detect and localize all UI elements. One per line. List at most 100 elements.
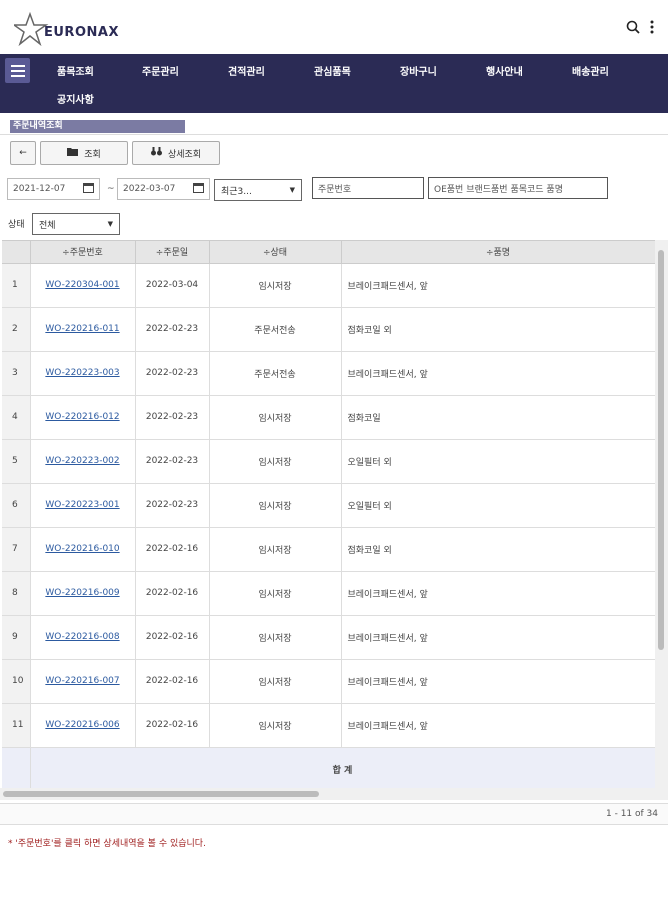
period-select-value: 최근3... — [221, 186, 252, 197]
calendar-icon[interactable] — [193, 182, 204, 196]
order-date-cell: 2022-02-16 — [135, 703, 210, 748]
status-label: 상태 — [8, 220, 25, 230]
detail-search-button[interactable]: 상세조회 — [132, 141, 220, 165]
table-row[interactable]: 6 WO-220223-001 2022-02-23 임시저장 오일필터 외 — [2, 483, 655, 528]
order-number-cell: WO-220216-011 — [30, 307, 136, 352]
vertical-scrollbar[interactable] — [655, 240, 668, 788]
order-number-link[interactable]: WO-220216-011 — [45, 324, 119, 334]
item-name-cell: 오일필터 외 — [341, 483, 655, 528]
order-number-link[interactable]: WO-220216-010 — [45, 544, 119, 554]
row-index: 11 — [2, 703, 31, 748]
order-number-cell: WO-220223-003 — [30, 351, 136, 396]
order-number-link[interactable]: WO-220216-007 — [45, 676, 119, 686]
nav-item-delivery[interactable]: 배송관리 — [572, 63, 609, 78]
nav-item-quotes[interactable]: 견적관리 — [228, 63, 265, 78]
table-row[interactable]: 4 WO-220216-012 2022-02-23 임시저장 점화코일 — [2, 395, 655, 440]
period-select[interactable]: 최근3... ▼ — [214, 179, 302, 201]
order-grid: ÷주문번호 ÷주문일 ÷상태 ÷품명 1 WO-220304-001 2022-03… — [2, 240, 655, 788]
date-range-separator: ~ — [107, 184, 115, 194]
nav-item-events[interactable]: 행사안내 — [486, 63, 523, 78]
folder-open-icon — [67, 147, 79, 159]
column-header-status[interactable]: ÷상태 — [209, 241, 342, 264]
help-note: * '주문번호'를 클릭 하면 상세내역을 볼 수 있습니다. — [8, 839, 206, 849]
table-row[interactable]: 7 WO-220216-010 2022-02-16 임시저장 점화코일 외 — [2, 527, 655, 572]
order-date-cell: 2022-02-16 — [135, 615, 210, 660]
order-date-cell: 2022-02-16 — [135, 527, 210, 572]
binoculars-icon — [150, 147, 162, 159]
scroll-thumb[interactable] — [3, 791, 319, 797]
order-number-input[interactable]: 주문번호 — [312, 177, 424, 199]
item-name-cell: 점화코일 — [341, 395, 655, 440]
search-button-label: 조회 — [84, 149, 101, 160]
item-name-cell: 브레이크패드센서, 앞 — [341, 263, 655, 308]
order-number-link[interactable]: WO-220223-001 — [45, 500, 119, 510]
order-number-cell: WO-220216-008 — [30, 615, 136, 660]
order-number-link[interactable]: WO-220216-008 — [45, 632, 119, 642]
top-bar: EURONAX — [0, 0, 668, 54]
column-header-index — [2, 241, 31, 264]
date-from-field[interactable]: 2021-12-07 — [7, 178, 100, 200]
column-header-item-name[interactable]: ÷품명 — [341, 241, 655, 264]
item-name-cell: 브레이크패드센서, 앞 — [341, 351, 655, 396]
search-button[interactable]: 조회 — [40, 141, 128, 165]
order-number-placeholder: 주문번호 — [318, 184, 352, 195]
nav-item-product-search[interactable]: 품목조회 — [57, 63, 94, 78]
column-header-order-date[interactable]: ÷주문일 — [135, 241, 210, 264]
order-number-link[interactable]: WO-220223-002 — [45, 456, 119, 466]
kebab-icon[interactable] — [650, 20, 654, 38]
back-button[interactable]: ← — [10, 141, 36, 165]
main-nav: 품목조회 주문관리 견적관리 관심품목 장바구니 행사안내 배송관리 공지사항 — [0, 54, 668, 113]
row-index: 10 — [2, 659, 31, 704]
table-row[interactable]: 1 WO-220304-001 2022-03-04 임시저장 브레이크패드센서, 앞 — [2, 263, 655, 308]
part-search-input[interactable]: OE품번 브랜드품번 품목코드 품명 — [428, 177, 608, 199]
order-date-cell: 2022-02-23 — [135, 483, 210, 528]
order-number-link[interactable]: WO-220223-003 — [45, 368, 119, 378]
page-title: 주문내역조회 — [10, 120, 185, 133]
scroll-thumb[interactable] — [658, 250, 664, 650]
part-search-placeholder: OE품번 브랜드품번 품목코드 품명 — [434, 184, 563, 195]
status-cell: 임시저장 — [209, 439, 342, 484]
table-row[interactable]: 11 WO-220216-006 2022-02-16 임시저장 브레이크패드센서, 앞 — [2, 703, 655, 748]
order-date-cell: 2022-02-23 — [135, 307, 210, 352]
order-number-cell: WO-220223-001 — [30, 483, 136, 528]
status-select-value: 전체 — [39, 220, 56, 231]
order-number-link[interactable]: WO-220216-009 — [45, 588, 119, 598]
item-name-cell: 오일필터 외 — [341, 439, 655, 484]
logo[interactable]: EURONAX — [11, 11, 124, 48]
order-number-link[interactable]: WO-220216-012 — [45, 412, 119, 422]
row-index: 2 — [2, 307, 31, 352]
nav-item-favorites[interactable]: 관심품목 — [314, 63, 351, 78]
horizontal-scrollbar[interactable] — [0, 788, 668, 800]
order-number-link[interactable]: WO-220304-001 — [45, 280, 119, 290]
row-index: 8 — [2, 571, 31, 616]
table-row[interactable]: 5 WO-220223-002 2022-02-23 임시저장 오일필터 외 — [2, 439, 655, 484]
status-cell: 주문서전송 — [209, 351, 342, 396]
detail-search-label: 상세조회 — [167, 149, 202, 160]
arrow-left-icon: ← — [19, 148, 27, 158]
order-number-link[interactable]: WO-220216-006 — [45, 720, 119, 730]
order-date-cell: 2022-02-23 — [135, 395, 210, 440]
calendar-icon[interactable] — [83, 182, 94, 196]
nav-item-cart[interactable]: 장바구니 — [400, 63, 437, 78]
order-date-cell: 2022-02-23 — [135, 439, 210, 484]
nav-item-orders[interactable]: 주문관리 — [142, 63, 179, 78]
hamburger-icon[interactable] — [5, 58, 30, 83]
status-cell: 임시저장 — [209, 527, 342, 572]
row-index: 4 — [2, 395, 31, 440]
status-cell: 임시저장 — [209, 483, 342, 528]
table-row[interactable]: 9 WO-220216-008 2022-02-16 임시저장 브레이크패드센서, 앞 — [2, 615, 655, 660]
item-name-cell: 브레이크패드센서, 앞 — [341, 615, 655, 660]
divider — [0, 134, 668, 135]
status-select[interactable]: 전체 ▼ — [32, 213, 120, 235]
nav-item-notices[interactable]: 공지사항 — [57, 91, 94, 106]
column-header-order-number[interactable]: ÷주문번호 — [30, 241, 136, 264]
table-row[interactable]: 8 WO-220216-009 2022-02-16 임시저장 브레이크패드센서, 앞 — [2, 571, 655, 616]
order-date-cell: 2022-02-16 — [135, 659, 210, 704]
table-row[interactable]: 2 WO-220216-011 2022-02-23 주문서전송 점화코일 외 — [2, 307, 655, 352]
status-cell: 임시저장 — [209, 615, 342, 660]
date-from-value: 2021-12-07 — [13, 184, 66, 194]
table-row[interactable]: 10 WO-220216-007 2022-02-16 임시저장 브레이크패드센서, 앞 — [2, 659, 655, 704]
table-row[interactable]: 3 WO-220223-003 2022-02-23 주문서전송 브레이크패드센서, 앞 — [2, 351, 655, 396]
search-icon[interactable] — [626, 20, 640, 38]
date-to-field[interactable]: 2022-03-07 — [117, 178, 210, 200]
